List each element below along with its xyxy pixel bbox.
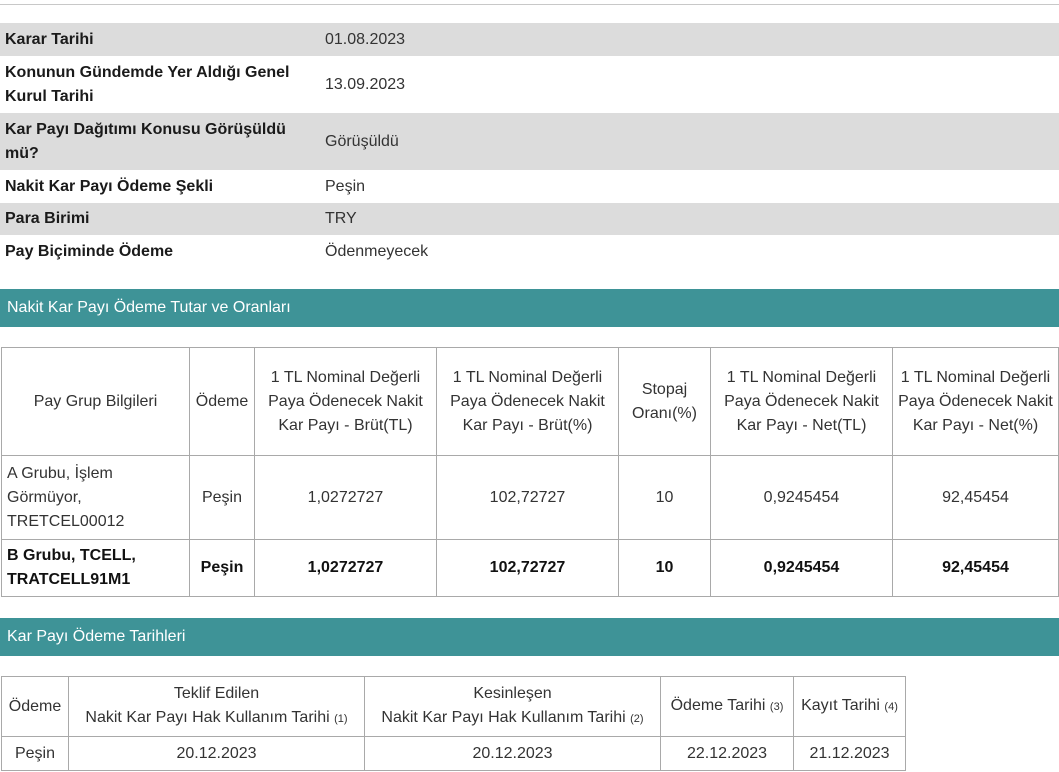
- info-value: Peşin: [325, 177, 366, 195]
- payment-cell: Peşin: [189, 539, 255, 597]
- info-label: Pay Biçiminde Ödeme: [5, 242, 174, 260]
- header-line: Nakit Kar Payı Hak Kullanım Tarihi (1): [71, 706, 362, 731]
- table-row: B Grubu, TCELL, TRATCELL91M1 Peşin 1,027…: [1, 539, 1059, 597]
- column-header: 1 TL Nominal Değerli Paya Ödenecek Nakit…: [710, 347, 893, 456]
- section-header-amounts: Nakit Kar Payı Ödeme Tutar ve Oranları: [0, 289, 1059, 327]
- info-row-general-assembly-date: Konunun Gündemde Yer Aldığı Genel Kurul …: [0, 56, 1059, 113]
- info-label: Kar Payı Dağıtımı Konusu Görüşüldü mü?: [0, 113, 320, 170]
- gross-pct-cell: 102,72727: [436, 539, 619, 597]
- column-header: Pay Grup Bilgileri: [1, 347, 190, 456]
- share-group-cell: A Grubu, İşlem Görmüyor, TRETCEL00012: [1, 455, 190, 540]
- header-line: Kesinleşen: [473, 685, 552, 702]
- info-row-share-payment: Pay Biçiminde Ödeme Ödenmeyecek: [0, 235, 1059, 268]
- table-row: A Grubu, İşlem Görmüyor, TRETCEL00012 Pe…: [1, 455, 1059, 540]
- info-value: 13.09.2023: [325, 75, 406, 93]
- header-text: Ödeme Tarihi: [670, 697, 766, 714]
- gross-pct-cell: 102,72727: [436, 455, 619, 540]
- info-row-payment-method: Nakit Kar Payı Ödeme Şekli Peşin: [0, 170, 1059, 203]
- footnote-ref: (2): [630, 713, 644, 725]
- record-date-cell: 21.12.2023: [793, 736, 906, 771]
- payment-date-cell: 22.12.2023: [660, 736, 794, 771]
- info-label: Nakit Kar Payı Ödeme Şekli: [5, 177, 214, 195]
- share-group-cell: B Grubu, TCELL, TRATCELL91M1: [1, 539, 190, 597]
- column-header-final-date: Kesinleşen Nakit Kar Payı Hak Kullanım T…: [364, 676, 661, 737]
- info-label: Karar Tarihi: [0, 23, 320, 56]
- info-row-currency: Para Birimi TRY: [0, 203, 1059, 235]
- net-tl-cell: 0,9245454: [710, 455, 893, 540]
- gross-tl-cell: 1,0272727: [254, 455, 437, 540]
- column-header-proposed-date: Teklif Edilen Nakit Kar Payı Hak Kullanı…: [68, 676, 365, 737]
- header-text: Nakit Kar Payı Hak Kullanım Tarihi: [85, 709, 330, 726]
- footnote-ref: (1): [334, 713, 348, 725]
- proposed-date-cell: 20.12.2023: [68, 736, 365, 771]
- header-text: Nakit Kar Payı Hak Kullanım Tarihi: [381, 709, 626, 726]
- net-pct-cell: 92,45454: [892, 455, 1059, 540]
- column-header: 1 TL Nominal Değerli Paya Ödenecek Nakit…: [892, 347, 1059, 456]
- header-line: Teklif Edilen: [173, 685, 260, 702]
- table-row: Peşin 20.12.2023 20.12.2023 22.12.2023 2…: [1, 736, 906, 771]
- column-header: Ödeme: [189, 347, 255, 456]
- withholding-cell: 10: [618, 539, 711, 597]
- table-header-row: Ödeme Teklif Edilen Nakit Kar Payı Hak K…: [1, 676, 906, 737]
- column-header-payment-date: Ödeme Tarihi (3): [660, 676, 794, 737]
- info-value: 01.08.2023: [320, 23, 1059, 56]
- info-row-discussed: Kar Payı Dağıtımı Konusu Görüşüldü mü? G…: [0, 113, 1059, 170]
- net-pct-cell: 92,45454: [892, 539, 1059, 597]
- decision-info-table: Karar Tarihi 01.08.2023 Konunun Gündemde…: [0, 23, 1059, 268]
- net-tl-cell: 0,9245454: [710, 539, 893, 597]
- payment-cell: Peşin: [189, 455, 255, 540]
- info-row-decision-date: Karar Tarihi 01.08.2023: [0, 23, 1059, 56]
- header-line: Nakit Kar Payı Hak Kullanım Tarihi (2): [367, 706, 658, 731]
- top-divider: [0, 4, 1059, 5]
- footnote-ref: (3): [769, 701, 784, 713]
- info-label: Para Birimi: [0, 203, 320, 235]
- column-header: Ödeme: [1, 676, 69, 737]
- column-header-record-date: Kayıt Tarihi (4): [793, 676, 906, 737]
- column-header: Stopaj Oranı(%): [618, 347, 711, 456]
- info-label: Konunun Gündemde Yer Aldığı Genel Kurul …: [5, 63, 290, 105]
- table-header-row: Pay Grup Bilgileri Ödeme 1 TL Nominal De…: [1, 347, 1059, 456]
- withholding-cell: 10: [618, 455, 711, 540]
- gross-tl-cell: 1,0272727: [254, 539, 437, 597]
- info-value: TRY: [320, 203, 1059, 235]
- column-header: 1 TL Nominal Değerli Paya Ödenecek Nakit…: [436, 347, 619, 456]
- column-header: 1 TL Nominal Değerli Paya Ödenecek Nakit…: [254, 347, 437, 456]
- section-header-dates: Kar Payı Ödeme Tarihleri: [0, 618, 1059, 656]
- footnote-ref: (4): [884, 701, 898, 713]
- header-text: Kayıt Tarihi: [801, 697, 880, 714]
- payment-cell: Peşin: [1, 736, 69, 771]
- dividend-amounts-table: Pay Grup Bilgileri Ödeme 1 TL Nominal De…: [1, 347, 1059, 597]
- info-value: Görüşüldü: [320, 113, 1059, 170]
- info-value: Ödenmeyecek: [325, 242, 429, 260]
- final-date-cell: 20.12.2023: [364, 736, 661, 771]
- dividend-dates-table: Ödeme Teklif Edilen Nakit Kar Payı Hak K…: [1, 676, 906, 771]
